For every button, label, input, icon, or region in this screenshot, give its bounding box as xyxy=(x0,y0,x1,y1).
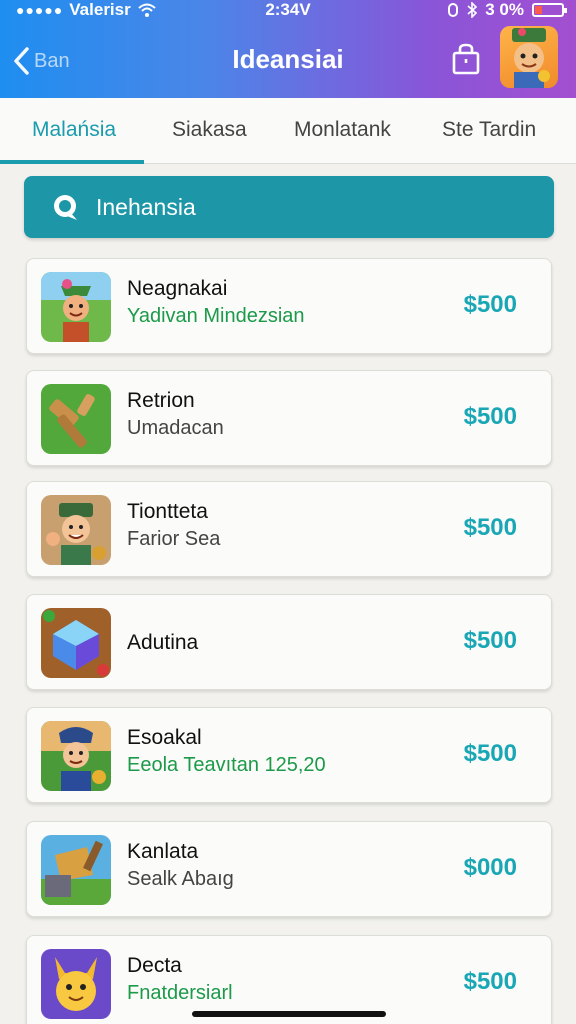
soldier-icon xyxy=(41,721,111,791)
shopping-bag-button[interactable] xyxy=(448,42,484,78)
adventurer-icon xyxy=(41,495,111,565)
category-banner[interactable]: Inehansia xyxy=(24,176,554,238)
app-header: ●●●●● Valerisr 2:34V 3 0% Ban Ideansiai xyxy=(0,0,576,98)
list-item[interactable]: Neagnakai Yadivan Mindezsian $500 xyxy=(26,258,552,354)
alarm-icon xyxy=(448,3,459,17)
tab-bar: Malańsia Siakasa Monlatank Ste Tardin xyxy=(0,98,576,164)
chat-bubble-icon xyxy=(54,195,77,220)
app-subtitle: Sealk Abaıg xyxy=(127,868,234,890)
app-subtitle: Eeola Teavıtan 125,20 xyxy=(127,754,326,776)
page-title: Ideansiai xyxy=(232,44,344,74)
tab-ste-tardin[interactable]: Ste Tardin xyxy=(442,118,536,142)
shopping-bag-icon xyxy=(452,43,480,75)
character-avatar-icon xyxy=(512,28,550,88)
battery-level xyxy=(535,6,542,14)
app-name: Neagnakai xyxy=(127,277,228,300)
price-button[interactable]: $500 xyxy=(464,403,517,431)
crystal-cube-icon xyxy=(41,608,111,678)
price-button[interactable]: $500 xyxy=(464,291,517,319)
list-item[interactable]: Retrion Umadacan $500 xyxy=(26,370,552,466)
profile-avatar[interactable] xyxy=(500,26,558,88)
app-name: Adutina xyxy=(127,631,199,654)
tab-monlatank[interactable]: Monlatank xyxy=(294,118,391,142)
price-button[interactable]: $500 xyxy=(464,968,517,996)
tab-siakasa[interactable]: Siakasa xyxy=(172,118,247,142)
bluetooth-icon xyxy=(467,2,478,18)
app-name: Retrion xyxy=(127,389,195,412)
app-subtitle: Fnatdersiarl xyxy=(127,982,233,1004)
app-subtitle: Umadacan xyxy=(127,417,224,439)
price-button[interactable]: $500 xyxy=(464,627,517,655)
app-name: Decta xyxy=(127,954,182,977)
active-tab-indicator xyxy=(0,160,144,164)
tab-malansia[interactable]: Malańsia xyxy=(32,118,116,142)
hero-warrior-icon xyxy=(41,272,111,342)
wooden-hammer-icon xyxy=(41,384,111,454)
app-subtitle: Yadivan Mindezsian xyxy=(127,305,305,327)
list-item[interactable]: Tiontteta Farior Sea $500 xyxy=(26,481,552,577)
app-subtitle: Farior Sea xyxy=(127,528,221,550)
status-bar: ●●●●● Valerisr 2:34V 3 0% xyxy=(0,0,576,22)
battery-icon xyxy=(532,3,567,17)
treasure-cart-icon xyxy=(41,835,111,905)
app-name: Kanlata xyxy=(127,840,199,863)
banner-label: Inehansia xyxy=(96,194,196,220)
app-name: Esoakal xyxy=(127,726,202,749)
app-name: Tiontteta xyxy=(127,500,208,523)
battery-percent: 3 0% xyxy=(485,0,524,19)
list-item[interactable]: Kanlata Sealk Abaıg $000 xyxy=(26,821,552,917)
list-item[interactable]: Esoakal Eeola Teavıtan 125,20 $500 xyxy=(26,707,552,803)
home-indicator[interactable] xyxy=(192,1011,386,1017)
price-button[interactable]: $000 xyxy=(464,854,517,882)
yellow-creature-icon xyxy=(41,949,111,1019)
price-button[interactable]: $500 xyxy=(464,514,517,542)
list-item[interactable]: Adutina $500 xyxy=(26,594,552,690)
price-button[interactable]: $500 xyxy=(464,740,517,768)
